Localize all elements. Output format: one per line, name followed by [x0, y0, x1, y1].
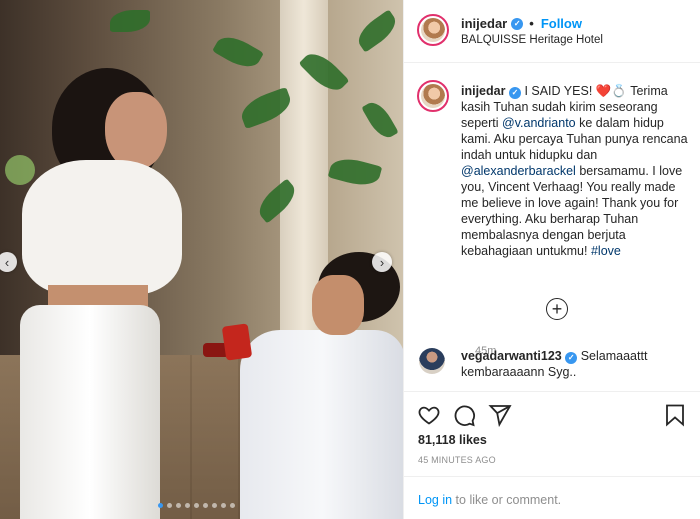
carousel-dot	[194, 503, 199, 508]
heart-icon[interactable]	[417, 403, 441, 427]
mention-link[interactable]: @v.andrianto	[502, 116, 576, 130]
carousel-dot	[158, 503, 163, 508]
carousel-dot	[221, 503, 226, 508]
post-header: inijedar ✓ • Follow BALQUISSE Heritage H…	[404, 0, 700, 63]
verified-icon: ✓	[565, 352, 578, 364]
login-row: Log in to like or comment.	[404, 476, 700, 519]
share-icon[interactable]	[488, 403, 512, 427]
comment-avatar[interactable]	[419, 348, 445, 374]
carousel-dot	[167, 503, 172, 508]
load-more-comments-button[interactable]: +	[546, 298, 568, 320]
carousel-dots	[158, 503, 235, 508]
carousel-next-button[interactable]: ›	[372, 252, 392, 272]
plus-circle-icon: +	[551, 299, 563, 319]
post-side-panel: inijedar ✓ • Follow BALQUISSE Heritage H…	[403, 0, 700, 519]
carousel-dot	[203, 503, 208, 508]
post-photo[interactable]: ‹ ›	[0, 0, 403, 519]
photo-man-shirt	[240, 330, 403, 519]
header-user-row: inijedar ✓ • Follow	[461, 16, 582, 31]
avatar[interactable]	[417, 14, 449, 46]
photo-woman-face	[105, 92, 167, 170]
photo-bokeh	[5, 155, 35, 185]
header-username[interactable]: inijedar	[461, 16, 507, 31]
post-actions: 81,118 likes 45 MINUTES AGO Log in to li…	[404, 391, 700, 519]
ring-emoji: 💍	[611, 84, 627, 98]
caption-username[interactable]: inijedar	[461, 84, 505, 98]
carousel-dot	[185, 503, 190, 508]
posted-time: 45 MINUTES AGO	[418, 455, 496, 465]
bookmark-icon[interactable]	[663, 403, 687, 427]
carousel-dot	[212, 503, 217, 508]
location-link[interactable]: BALQUISSE Heritage Hotel	[461, 34, 603, 46]
caption-avatar[interactable]	[417, 80, 449, 112]
comment-icon[interactable]	[452, 403, 476, 427]
comment-username[interactable]: vegadarwanti123	[461, 349, 562, 363]
caption-text: inijedar ✓ I SAID YES! ❤️💍 Terima kasih …	[461, 83, 693, 259]
carousel-dot	[230, 503, 235, 508]
separator-dot: •	[529, 16, 534, 31]
carousel-dot	[176, 503, 181, 508]
login-link[interactable]: Log in	[418, 493, 452, 507]
photo-ring-box	[221, 323, 253, 361]
login-prompt: Log in to like or comment.	[418, 493, 561, 507]
likes-count[interactable]: 81,118 likes	[418, 433, 487, 447]
photo-woman-top	[22, 160, 182, 295]
caption-lead: I SAID YES!	[524, 84, 593, 98]
comment-text: vegadarwanti123 ✓ Selamaaattt kembaraaaa…	[461, 348, 693, 380]
heart-emoji: ❤️	[595, 84, 612, 98]
login-prompt-rest: to like or comment.	[455, 493, 562, 507]
verified-icon: ✓	[511, 17, 524, 30]
photo-woman-pants	[20, 305, 160, 519]
follow-button[interactable]: Follow	[541, 16, 582, 31]
mention-link[interactable]: @alexanderbarackel	[461, 164, 576, 178]
caption-part3: bersamamu. I love you, Vincent Verhaag! …	[461, 164, 683, 258]
verified-icon: ✓	[508, 87, 521, 99]
photo-man-face	[312, 275, 364, 335]
hashtag-link[interactable]: #love	[591, 244, 621, 258]
